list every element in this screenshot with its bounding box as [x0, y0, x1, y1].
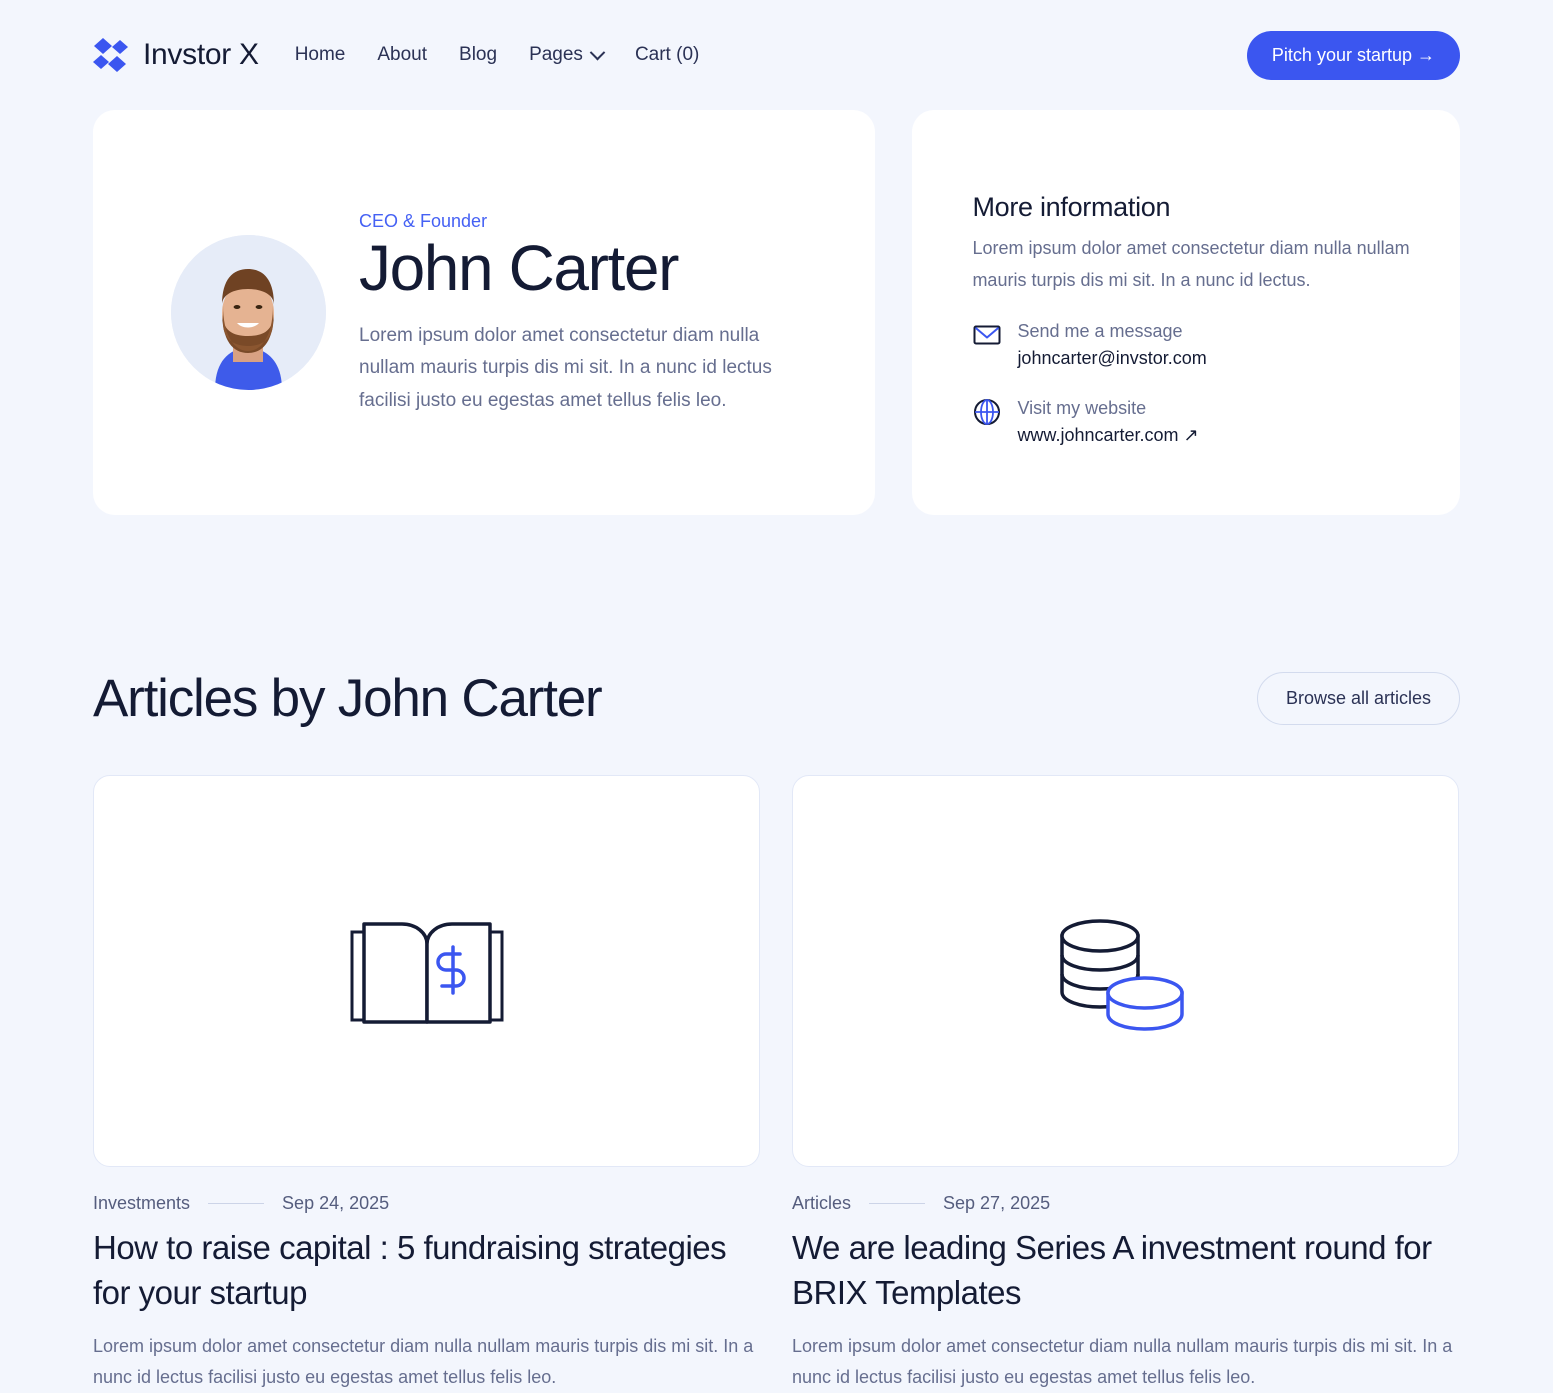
page-title: John Carter: [359, 232, 679, 305]
contact-email-label: Send me a message: [1017, 321, 1183, 341]
nav-item-about-label: About: [377, 44, 428, 65]
contact-website-label: Visit my website: [1017, 398, 1147, 418]
brand-logo[interactable]: Invstor X: [93, 38, 259, 72]
nav-item-about[interactable]: About: [377, 44, 427, 66]
chevron-down-icon: [589, 44, 606, 60]
coin-stack-icon: [1059, 919, 1184, 1031]
articles-grid: Investments Sep 24, 2025 How to raise ca…: [93, 775, 1460, 1393]
nav-item-blog-label: Blog: [459, 44, 498, 65]
more-information-title: More information: [972, 192, 1171, 222]
meta-divider: [869, 1203, 926, 1204]
article-title[interactable]: We are leading Series A investment round…: [792, 1226, 1459, 1315]
nav-links: Home About Blog Pages Cart (0): [295, 44, 700, 66]
profile-bio: Lorem ipsum dolor amet consectetur diam …: [359, 324, 772, 411]
user-photo-avatar: [171, 235, 326, 390]
nav-item-home-label: Home: [294, 44, 346, 65]
nav-item-cart[interactable]: Cart (0): [635, 44, 699, 66]
open-book-dollar-icon: [350, 922, 503, 1024]
articles-section-title: Articles by John Carter: [93, 669, 603, 728]
contact-email-row[interactable]: Send me a message johncarter@invstor.com: [972, 318, 1460, 372]
article-date: Sep 24, 2025: [282, 1193, 390, 1213]
nav-item-blog[interactable]: Blog: [459, 44, 497, 66]
article-excerpt: Lorem ipsum dolor amet consectetur diam …: [93, 1336, 754, 1388]
contact-email-value[interactable]: johncarter@invstor.com: [1017, 345, 1206, 372]
browse-all-articles-button[interactable]: Browse all articles: [1256, 672, 1460, 725]
article-meta: Investments Sep 24, 2025: [93, 1193, 760, 1214]
article-title[interactable]: How to raise capital : 5 fundraising str…: [93, 1226, 760, 1315]
brand-name: Invstor X: [143, 38, 259, 71]
nav-item-pages-label: Pages: [529, 44, 583, 65]
diamonds-logo-icon: [93, 38, 128, 72]
contact-website-text: Visit my website www.johncarter.com ↗: [1017, 395, 1198, 449]
nav-item-cart-label: Cart (0): [634, 44, 700, 65]
more-information-card: More information Lorem ipsum dolor amet …: [912, 110, 1460, 515]
articles-section: Articles by John Carter Browse all artic…: [0, 668, 1553, 1393]
page-root: Invstor X Home About Blog Pages Cart (0)…: [0, 0, 1553, 1393]
articles-header: Articles by John Carter Browse all artic…: [93, 668, 1460, 729]
avatar: [171, 235, 326, 390]
article-excerpt: Lorem ipsum dolor amet consectetur diam …: [792, 1336, 1453, 1388]
article-thumbnail[interactable]: [93, 775, 760, 1167]
contact-website-value[interactable]: www.johncarter.com ↗: [1017, 422, 1198, 449]
article-thumbnail[interactable]: [792, 775, 1459, 1167]
navbar: Invstor X Home About Blog Pages Cart (0)…: [0, 0, 1553, 110]
article-meta: Articles Sep 27, 2025: [792, 1193, 1459, 1214]
contact-email-text: Send me a message johncarter@invstor.com: [1017, 318, 1206, 372]
article-category: Investments: [93, 1193, 191, 1213]
profile-text: CEO & Founder John Carter Lorem ipsum do…: [359, 207, 794, 417]
article-category: Articles: [792, 1193, 852, 1213]
nav-item-home[interactable]: Home: [295, 44, 346, 66]
envelope-icon: [972, 320, 1002, 350]
article-date: Sep 27, 2025: [943, 1193, 1051, 1213]
more-information-description: Lorem ipsum dolor amet consectetur diam …: [972, 238, 1410, 290]
nav-item-pages[interactable]: Pages: [529, 44, 606, 66]
profile-card: CEO & Founder John Carter Lorem ipsum do…: [93, 110, 876, 515]
contact-website-row[interactable]: Visit my website www.johncarter.com ↗: [972, 395, 1460, 449]
pitch-your-startup-button[interactable]: Pitch your startup →: [1246, 30, 1460, 80]
profile-role: CEO & Founder: [359, 211, 488, 232]
globe-icon: [972, 397, 1002, 427]
article-card[interactable]: Investments Sep 24, 2025 How to raise ca…: [93, 775, 760, 1393]
meta-divider: [208, 1203, 265, 1204]
article-card[interactable]: Articles Sep 27, 2025 We are leading Ser…: [792, 775, 1459, 1393]
hero-section: CEO & Founder John Carter Lorem ipsum do…: [0, 110, 1553, 515]
